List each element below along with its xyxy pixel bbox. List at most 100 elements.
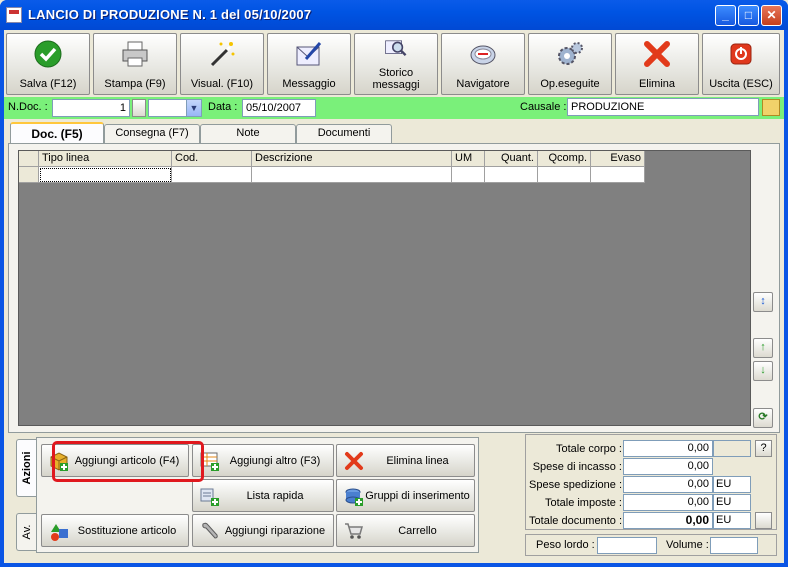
peso-lordo-input[interactable] — [597, 537, 657, 554]
insertion-groups-button[interactable]: Gruppi di inserimento — [336, 479, 475, 512]
operations-done-button[interactable]: Op.eseguite — [528, 33, 612, 95]
delete-line-button[interactable]: Elimina linea — [336, 444, 475, 477]
col-descrizione[interactable]: Descrizione — [252, 151, 452, 167]
totale-imposte-label: Totale imposte : — [544, 497, 622, 509]
tab-documenti[interactable]: Documenti — [296, 124, 392, 143]
quick-list-icon — [200, 488, 219, 506]
operations-done-label: Op.eseguite — [540, 78, 600, 90]
message-history-icon — [385, 40, 407, 57]
refresh-button[interactable]: ⟳ — [753, 408, 773, 428]
col-evaso[interactable]: Evaso — [591, 151, 645, 167]
document-bar: N.Doc. : 1 ▼ Data : 05/10/2007 Causale :… — [4, 97, 784, 119]
delete-button[interactable]: Elimina — [615, 33, 699, 95]
navigator-button[interactable]: Navigatore — [441, 33, 525, 95]
pen-message-icon — [296, 42, 322, 66]
help-button[interactable]: ? — [755, 440, 772, 457]
col-qcomp[interactable]: Qcomp. — [538, 151, 591, 167]
totals-panel: Totale corpo : 0,00 ? Spese di incasso :… — [525, 434, 777, 530]
message-button[interactable]: Messaggio — [267, 33, 351, 95]
spese-incasso-label: Spese di incasso : — [532, 461, 622, 473]
grid-corner — [19, 151, 39, 167]
maximize-button[interactable]: □ — [738, 5, 759, 26]
print-label: Stampa (F9) — [104, 78, 166, 90]
causale-label: Causale : — [520, 101, 567, 113]
col-cod[interactable]: Cod. — [172, 151, 252, 167]
spese-spedizione-label: Spese spedizione : — [529, 479, 622, 491]
col-tipo-linea[interactable]: Tipo linea — [39, 151, 172, 167]
close-button[interactable]: ✕ — [761, 5, 782, 26]
save-button[interactable]: Salva (F12) — [6, 33, 90, 95]
delete-line-icon — [345, 452, 363, 470]
folder-icon[interactable] — [762, 99, 780, 116]
date-input[interactable]: 05/10/2007 — [242, 99, 316, 117]
quick-list-button[interactable]: Lista rapida — [192, 479, 334, 512]
ndoc-input[interactable]: 1 — [52, 99, 130, 117]
red-x-icon — [644, 41, 670, 67]
navigator-label: Navigatore — [456, 78, 510, 90]
cell-um[interactable] — [452, 167, 485, 183]
group-insert-icon — [345, 488, 363, 506]
weights-panel: Peso lordo : Volume : — [525, 534, 777, 556]
totale-documento-row: Totale documento : 0,00 EU — [526, 512, 778, 529]
exit-button[interactable]: Uscita (ESC) — [702, 33, 780, 95]
lines-grid[interactable]: Tipo linea Cod. Descrizione UM Quant. Qc… — [18, 150, 751, 426]
spese-incasso-row: Spese di incasso : 0,00 — [526, 458, 778, 475]
ndoc-lookup-button[interactable] — [132, 99, 146, 117]
view-button[interactable]: Visual. (F10) — [180, 33, 264, 95]
doc-tab-panel: Tipo linea Cod. Descrizione UM Quant. Qc… — [8, 143, 780, 433]
spese-spedizione-unit: EU — [713, 476, 751, 493]
cell-evaso[interactable] — [591, 167, 645, 183]
actions-panel: Azioni Av. Aggiungi articolo (F4) Aggiun… — [16, 437, 479, 553]
tab-strip: Doc. (F5) Consegna (F7) Note Documenti — [4, 122, 784, 144]
gears-icon — [558, 42, 583, 65]
tab-doc[interactable]: Doc. (F5) — [10, 122, 104, 144]
date-label: Data : — [208, 101, 238, 113]
replace-article-label: Sostituzione articolo — [77, 525, 177, 537]
printer-icon — [122, 41, 148, 67]
message-history-button[interactable]: Storico messaggi — [354, 33, 438, 95]
vtab-av-label: Av. — [20, 524, 33, 540]
cell-qcomp[interactable] — [538, 167, 591, 183]
causale-input[interactable]: PRODUZIONE — [567, 98, 759, 116]
spese-incasso-value: 0,00 — [623, 458, 713, 475]
message-label: Messaggio — [282, 78, 336, 90]
replace-shapes-icon — [51, 524, 68, 541]
replace-article-button[interactable]: Sostituzione articolo — [41, 514, 189, 547]
volume-input[interactable] — [710, 537, 758, 554]
spese-spedizione-value[interactable]: 0,00 — [623, 476, 713, 493]
cart-label: Carrello — [398, 525, 437, 537]
highlight-box — [52, 441, 204, 482]
app-icon — [6, 7, 22, 23]
tab-note[interactable]: Note — [200, 124, 296, 143]
vtab-azioni-label: Azioni — [20, 451, 33, 485]
cell-quant[interactable] — [485, 167, 538, 183]
move-up-button[interactable]: ↑ — [753, 338, 773, 358]
magnifier-plus-icon[interactable] — [755, 512, 772, 529]
col-um[interactable]: UM — [452, 151, 485, 167]
quick-list-label: Lista rapida — [246, 490, 304, 502]
view-label: Visual. (F10) — [190, 78, 254, 90]
totale-documento-value: 0,00 — [623, 512, 713, 529]
titlebar: LANCIO DI PRODUZIONE N. 1 del 05/10/2007… — [0, 0, 788, 30]
tab-consegna[interactable]: Consegna (F7) — [104, 124, 200, 143]
minimize-button[interactable]: _ — [715, 5, 736, 26]
vtab-av[interactable]: Av. — [16, 513, 36, 551]
compass-icon — [470, 45, 496, 65]
add-repair-button[interactable]: Aggiungi riparazione — [192, 514, 334, 547]
series-select[interactable]: ▼ — [148, 99, 202, 117]
cell-tipo-linea[interactable] — [39, 167, 172, 183]
chevron-down-icon[interactable]: ▼ — [186, 100, 201, 116]
row-selector[interactable] — [19, 167, 39, 183]
totale-documento-unit: EU — [713, 512, 751, 529]
totale-imposte-value: 0,00 — [623, 494, 713, 511]
add-other-button[interactable]: Aggiungi altro (F3) — [192, 444, 334, 477]
col-quant[interactable]: Quant. — [485, 151, 538, 167]
cell-cod[interactable] — [172, 167, 252, 183]
print-button[interactable]: Stampa (F9) — [93, 33, 177, 95]
vtab-azioni[interactable]: Azioni — [16, 439, 36, 497]
cell-descrizione[interactable] — [252, 167, 452, 183]
cart-button[interactable]: Carrello — [336, 514, 475, 547]
add-other-label: Aggiungi altro (F3) — [229, 455, 321, 467]
move-line-button[interactable]: ↕ — [753, 292, 773, 312]
move-down-button[interactable]: ↓ — [753, 361, 773, 381]
